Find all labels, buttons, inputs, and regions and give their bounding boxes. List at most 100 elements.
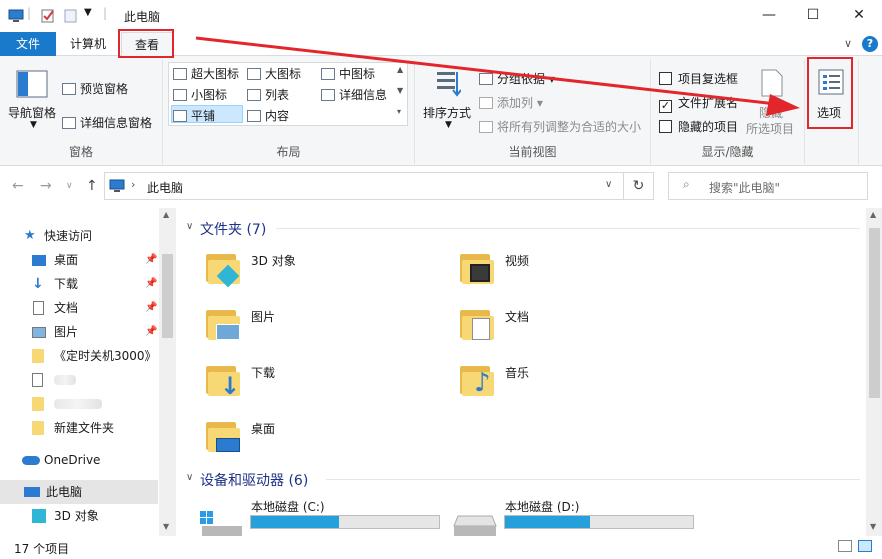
- preview-pane-button[interactable]: 预览窗格: [62, 80, 128, 97]
- layout-extra-large-icons[interactable]: 超大图标: [173, 65, 239, 82]
- pin-icon[interactable]: 📌: [145, 320, 157, 344]
- nav-item-folder-1[interactable]: 《定时关机3000》: [0, 344, 158, 368]
- folder-music-icon[interactable]: ♪: [460, 362, 496, 398]
- help-icon[interactable]: ?: [862, 36, 878, 52]
- layout-small-icons[interactable]: 小图标: [173, 86, 227, 103]
- navigation-pane-chevron-icon[interactable]: ▼: [30, 120, 37, 130]
- gallery-up-icon[interactable]: ▲: [397, 65, 403, 74]
- folder-documents-icon[interactable]: [460, 306, 496, 342]
- tab-file[interactable]: 文件: [0, 32, 56, 56]
- address-dropdown-icon[interactable]: ∨: [605, 179, 612, 190]
- folder-pictures-icon[interactable]: [206, 306, 242, 342]
- size-all-columns-button[interactable]: 将所有列调整为合适的大小: [479, 118, 641, 135]
- pin-icon[interactable]: 📌: [145, 296, 157, 320]
- refresh-button[interactable]: ↻: [624, 172, 654, 200]
- minimize-button[interactable]: —: [746, 0, 792, 30]
- file-extensions-checkbox[interactable]: ✓: [659, 100, 672, 113]
- nav-item-folder-2[interactable]: [0, 368, 158, 392]
- folder-label[interactable]: 桌面: [251, 420, 275, 437]
- drive-c-label[interactable]: 本地磁盘 (C:): [251, 498, 325, 515]
- folder-label[interactable]: 3D 对象: [251, 252, 296, 269]
- pin-icon[interactable]: 📌: [145, 248, 157, 272]
- nav-item-pictures[interactable]: 图片 📌: [0, 320, 158, 344]
- pin-icon[interactable]: 📌: [145, 272, 157, 296]
- folder-label[interactable]: 音乐: [505, 364, 529, 381]
- drive-icon[interactable]: [452, 514, 498, 536]
- nav-scroll-thumb[interactable]: [162, 254, 173, 338]
- folder-videos-icon[interactable]: [460, 250, 496, 286]
- content-scrollbar[interactable]: ▲ ▼: [866, 208, 882, 536]
- sort-by-button[interactable]: 排序方式: [423, 104, 471, 121]
- nav-this-pc[interactable]: 此电脑: [0, 480, 158, 504]
- layout-large-icons[interactable]: 大图标: [247, 65, 301, 82]
- hidden-items-checkbox[interactable]: [659, 120, 672, 133]
- up-icon[interactable]: ↑: [86, 178, 98, 194]
- folders-section-header[interactable]: 文件夹 (7): [200, 219, 266, 239]
- forward-icon[interactable]: →: [40, 178, 52, 194]
- scroll-up-icon[interactable]: ▲: [870, 210, 876, 219]
- nav-onedrive[interactable]: OneDrive: [0, 448, 158, 472]
- tab-computer[interactable]: 计算机: [60, 32, 116, 56]
- drives-section-header[interactable]: 设备和驱动器 (6): [200, 470, 308, 490]
- gallery-down-icon[interactable]: ▼: [397, 86, 403, 95]
- scroll-down-icon[interactable]: ▼: [163, 522, 169, 531]
- properties-icon[interactable]: [40, 8, 56, 24]
- sort-by-chevron-icon[interactable]: ▼: [445, 120, 452, 130]
- large-icons-view-icon[interactable]: [858, 540, 872, 552]
- layout-list[interactable]: 列表: [247, 86, 289, 103]
- layout-medium-icons[interactable]: 中图标: [321, 65, 375, 82]
- layout-content[interactable]: 内容: [247, 107, 289, 124]
- folder-label[interactable]: 下载: [251, 364, 275, 381]
- breadcrumb-this-pc[interactable]: 此电脑: [147, 179, 183, 196]
- recent-locations-icon[interactable]: ∨: [66, 181, 73, 191]
- collapse-ribbon-icon[interactable]: ∨: [840, 36, 856, 52]
- add-columns-button[interactable]: 添加列 ▾: [479, 94, 543, 111]
- folder-desktop-icon[interactable]: [206, 418, 242, 454]
- folder-downloads-icon[interactable]: ↓: [206, 362, 242, 398]
- item-checkboxes-checkbox[interactable]: [659, 72, 672, 85]
- scroll-down-icon[interactable]: ▼: [870, 522, 876, 531]
- folder-3d-objects-icon[interactable]: [206, 250, 242, 288]
- drive-d-label[interactable]: 本地磁盘 (D:): [505, 498, 579, 515]
- layout-details[interactable]: 详细信息: [321, 86, 387, 103]
- nav-item-documents[interactable]: 文档 📌: [0, 296, 158, 320]
- nav-item-desktop[interactable]: 桌面 📌: [0, 248, 158, 272]
- maximize-button[interactable]: ☐: [790, 0, 836, 30]
- hidden-items-toggle[interactable]: 隐藏的项目: [659, 118, 738, 135]
- folder-icon: [32, 349, 44, 363]
- details-view-icon[interactable]: [838, 540, 852, 552]
- quick-access-toolbar-chevron-icon[interactable]: ▼: [84, 7, 92, 18]
- window-title: 此电脑: [124, 10, 161, 24]
- nav-item-folder-3[interactable]: [0, 392, 158, 416]
- group-by-button[interactable]: 分组依据 ▾: [479, 70, 555, 87]
- nav-scrollbar[interactable]: ▲ ▼: [159, 208, 176, 536]
- close-button[interactable]: ✕: [836, 0, 882, 30]
- windows-drive-icon[interactable]: [198, 510, 244, 536]
- navigation-pane-button[interactable]: 导航窗格: [8, 104, 56, 121]
- navigation-pane-icon: [16, 70, 48, 98]
- back-icon[interactable]: ←: [12, 178, 24, 194]
- nav-quick-access[interactable]: ★ 快速访问: [0, 224, 158, 248]
- details-pane-button[interactable]: 详细信息窗格: [62, 114, 152, 131]
- gallery-more-icon[interactable]: ▾: [397, 107, 401, 116]
- folder-label[interactable]: 图片: [251, 308, 275, 325]
- breadcrumb-chevron-icon[interactable]: ›: [131, 178, 135, 191]
- search-input[interactable]: ⌕ 搜索"此电脑": [668, 172, 868, 200]
- scroll-up-icon[interactable]: ▲: [163, 210, 169, 219]
- nav-3d-objects[interactable]: 3D 对象: [0, 504, 158, 528]
- folder-label[interactable]: 文档: [505, 308, 529, 325]
- file-extensions-toggle[interactable]: ✓ 文件扩展名: [659, 94, 738, 113]
- item-checkboxes-toggle[interactable]: 项目复选框: [659, 70, 738, 87]
- nav-item-downloads[interactable]: ↓ 下载 📌: [0, 272, 158, 296]
- layout-tiles[interactable]: 平铺: [173, 107, 215, 124]
- content-scroll-thumb[interactable]: [869, 228, 880, 398]
- address-bar[interactable]: › 此电脑 ∨: [104, 172, 624, 200]
- section-collapse-icon[interactable]: ∨: [186, 472, 193, 483]
- nav-item-new-folder[interactable]: 新建文件夹: [0, 416, 158, 440]
- desktop-icon: [32, 255, 46, 266]
- folder-label[interactable]: 视频: [505, 252, 529, 269]
- hide-selected-button[interactable]: 隐藏: [759, 104, 783, 121]
- section-collapse-icon[interactable]: ∨: [186, 221, 193, 232]
- panes-group: 导航窗格 ▼ 预览窗格 详细信息窗格 窗格: [0, 60, 163, 164]
- new-folder-icon[interactable]: [63, 8, 79, 24]
